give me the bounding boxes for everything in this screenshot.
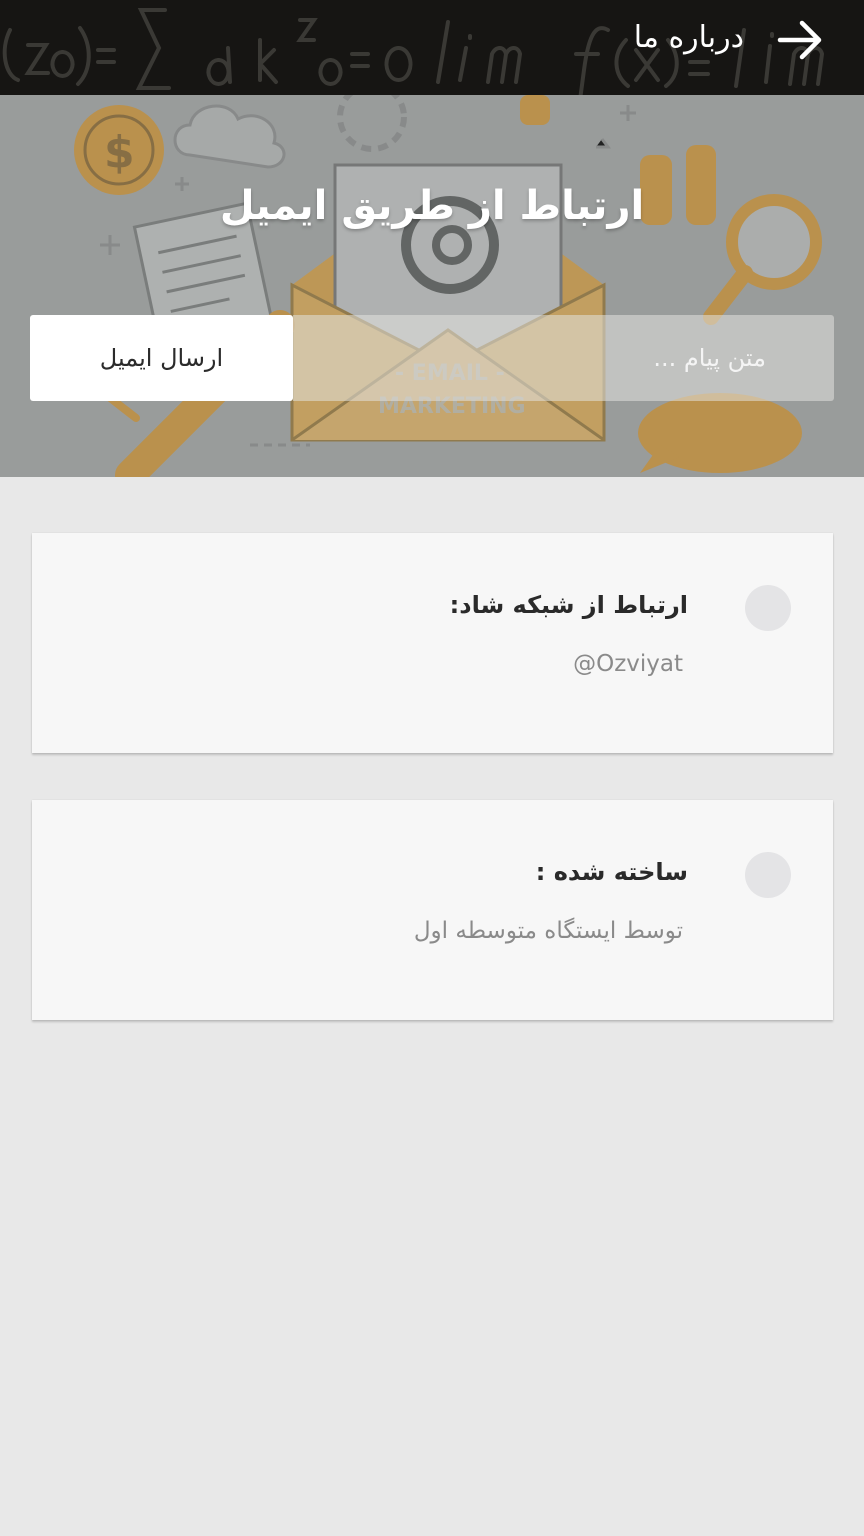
- credits-label: ساخته شده :: [535, 858, 688, 886]
- contact-label: ارتباط از شبکه شاد:: [449, 591, 688, 619]
- contact-card: ارتباط از شبکه شاد: @Ozviyat: [32, 533, 833, 753]
- contact-handle: @Ozviyat: [573, 651, 683, 677]
- credits-card: ساخته شده : توسط ایستگاه متوسطه اول: [32, 800, 833, 1020]
- message-input[interactable]: [293, 315, 834, 401]
- send-email-button[interactable]: ارسال ایمیل: [30, 315, 293, 401]
- hero-heading: ارتباط از طریق ایمیل: [219, 183, 645, 229]
- page-title: درباره ما: [633, 20, 744, 55]
- email-hero: $ - EMAIL - MARKETING: [0, 95, 864, 477]
- hero-overlay: [0, 95, 864, 477]
- arrow-right-icon[interactable]: [772, 14, 828, 66]
- app-bar: درباره ما: [0, 0, 864, 95]
- circle-icon: [745, 852, 791, 898]
- circle-icon: [745, 585, 791, 631]
- credits-value: توسط ایستگاه متوسطه اول: [413, 918, 683, 944]
